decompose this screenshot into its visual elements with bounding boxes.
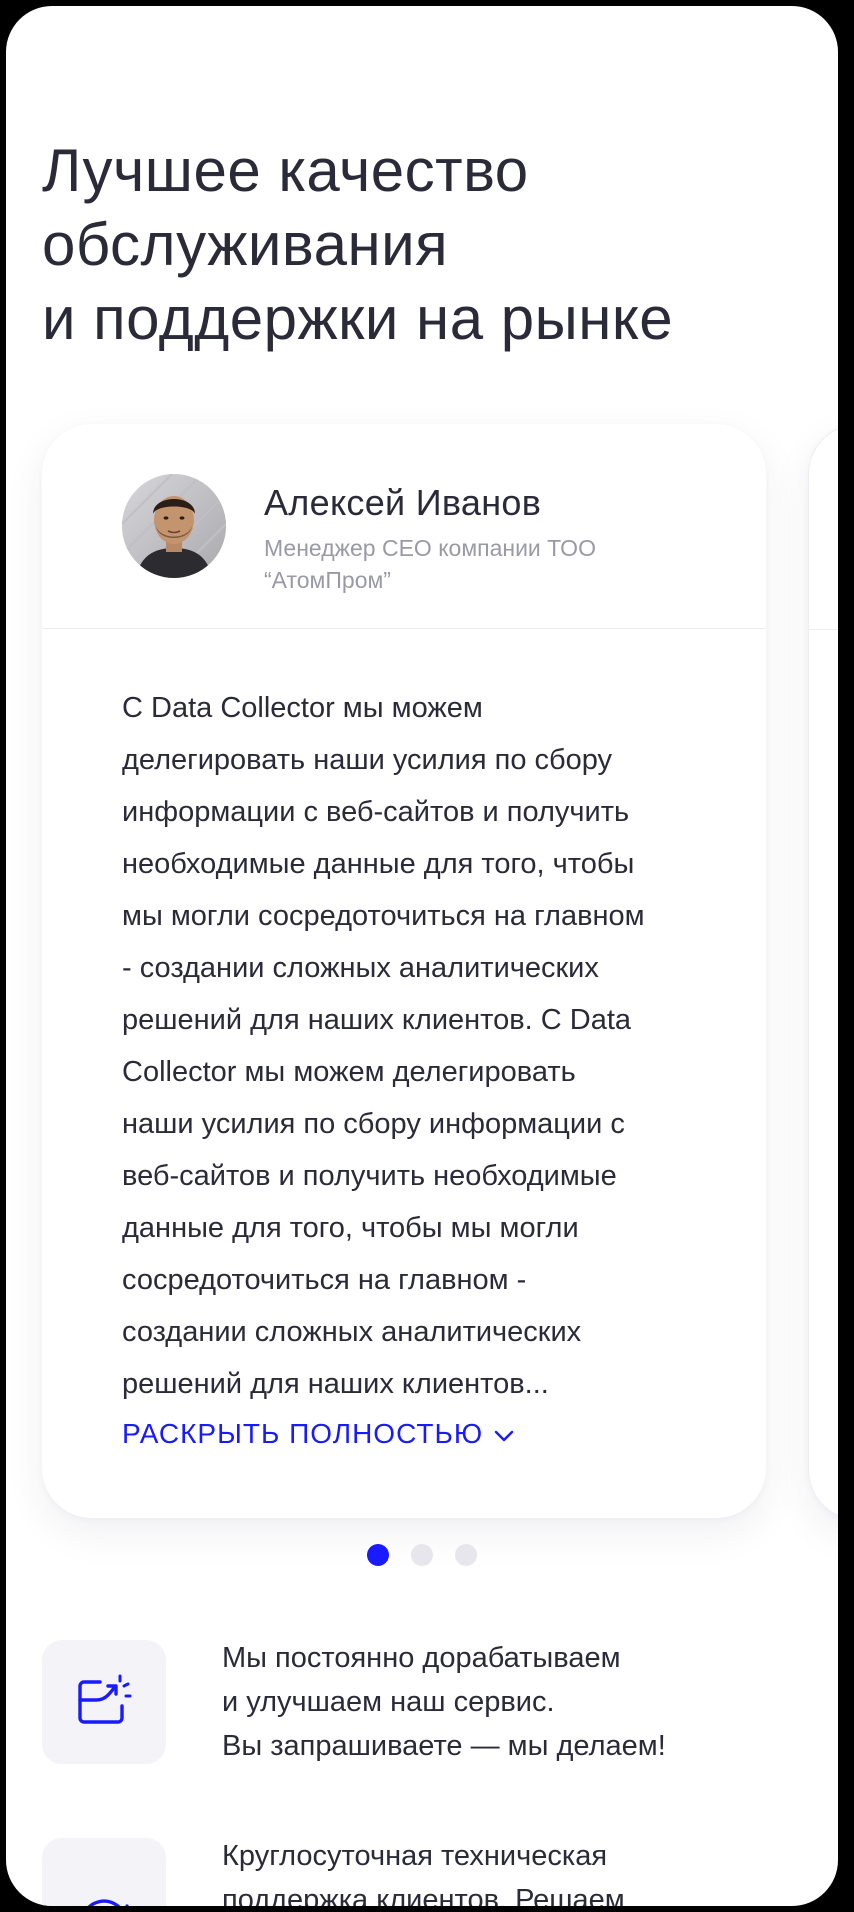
chevron-down-icon: [493, 1418, 515, 1450]
review-line: Collector мы можем делегировать: [122, 1056, 576, 1088]
card-divider: [809, 629, 838, 630]
review-line: - создании сложных аналитических: [122, 952, 599, 984]
author-role-line-1: Менеджер СЕО компании ТОО: [264, 535, 596, 561]
feature-support: 24 Круглосуточная техническая поддержка …: [42, 1838, 822, 1906]
improve-icon: [74, 1672, 134, 1733]
feature-line: Круглосуточная техническая: [222, 1840, 608, 1872]
review-line: решений для наших клиентов. С Data: [122, 1004, 632, 1036]
pagination-dot-2[interactable]: [411, 1544, 433, 1566]
next-testimonial-card[interactable]: [808, 424, 838, 1520]
improve-icon-box: [42, 1640, 166, 1764]
heading-line-2: обслуживания: [42, 211, 449, 278]
support-24-icon: 24: [72, 1892, 136, 1906]
support-icon-box: 24: [42, 1838, 166, 1906]
heading-line-1: Лучшее качество: [42, 137, 529, 204]
expand-label: РАСКРЫТЬ ПОЛНОСТЬЮ: [122, 1418, 484, 1449]
author-name: Алексей Иванов: [264, 482, 542, 523]
feature-improvements: Мы постоянно дорабатываем и улучшаем наш…: [42, 1640, 822, 1770]
expand-full-button[interactable]: РАСКРЫТЬ ПОЛНОСТЬЮ: [122, 1418, 515, 1450]
review-line: С Data Collector мы можем: [122, 692, 483, 724]
review-line: данные для того, чтобы мы могли: [122, 1212, 579, 1244]
testimonial-carousel[interactable]: Алексей Иванов Менеджер СЕО компании ТОО…: [6, 418, 838, 1538]
section-heading: Лучшее качество обслуживания и поддержки…: [42, 134, 822, 356]
review-line: наши усилия по сбору информации с: [122, 1108, 625, 1140]
review-line: мы могли сосредоточиться на главном: [122, 900, 645, 932]
review-text: С Data Collector мы можем делегировать н…: [122, 682, 732, 1410]
pagination-dot-1[interactable]: [367, 1544, 389, 1566]
review-line: сосредоточиться на главном -: [122, 1264, 527, 1296]
carousel-pagination: [6, 1544, 838, 1566]
testimonial-card: Алексей Иванов Менеджер СЕО компании ТОО…: [42, 424, 766, 1518]
review-line: необходимые данные для того, чтобы: [122, 848, 635, 880]
feature-improvements-text: Мы постоянно дорабатываем и улучшаем наш…: [222, 1636, 822, 1768]
feature-line: поддержка клиентов. Решаем: [222, 1884, 625, 1906]
pagination-dot-3[interactable]: [455, 1544, 477, 1566]
author-role-line-2: “АтомПром”: [264, 567, 391, 593]
author-role: Менеджер СЕО компании ТОО “АтомПром”: [264, 532, 684, 596]
review-line: решений для наших клиентов...: [122, 1368, 549, 1400]
feature-line: и улучшаем наш сервис.: [222, 1686, 555, 1718]
review-line: делегировать наши усилия по сбору: [122, 744, 613, 776]
feature-line: Вы запрашиваете — мы делаем!: [222, 1730, 666, 1762]
review-line: создании сложных аналитических: [122, 1316, 582, 1348]
review-line: веб-сайтов и получить необходимые: [122, 1160, 617, 1192]
heading-line-3: и поддержки на рынке: [42, 285, 674, 352]
phone-screen: Лучшее качество обслуживания и поддержки…: [6, 6, 838, 1906]
feature-line: Мы постоянно дорабатываем: [222, 1642, 621, 1674]
review-line: информации с веб-сайтов и получить: [122, 796, 630, 828]
card-divider: [42, 628, 766, 629]
feature-support-text: Круглосуточная техническая поддержка кли…: [222, 1834, 822, 1906]
avatar: [122, 474, 226, 578]
